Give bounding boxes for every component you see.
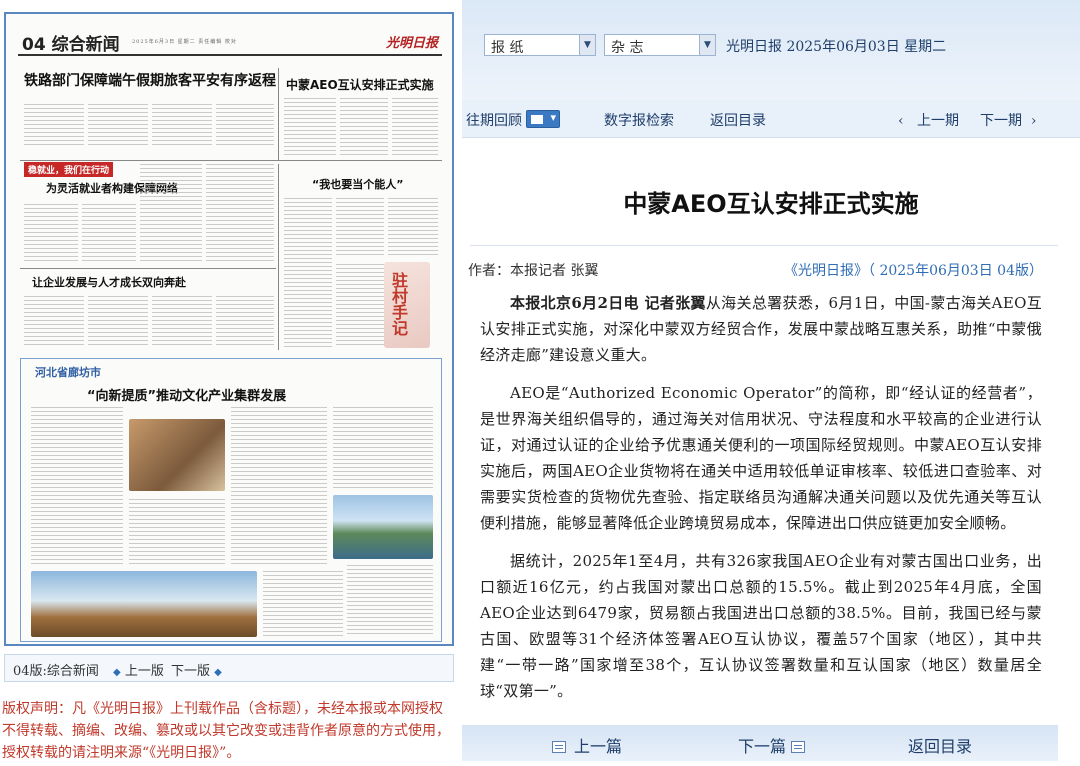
article-text-block bbox=[152, 296, 212, 348]
page-navigation: 04版:综合新闻 ◆ 上一版 下一版 ◆ bbox=[4, 654, 454, 682]
article-text-block bbox=[140, 164, 202, 264]
prev-article-link[interactable]: 上一篇 bbox=[552, 733, 622, 757]
headline-capable-person[interactable]: “我也要当个能人” bbox=[312, 176, 403, 192]
history-link[interactable]: 往期回顾 bbox=[466, 110, 522, 130]
column-divider bbox=[278, 68, 279, 160]
prev-article-text: 上一篇 bbox=[574, 737, 623, 756]
article-text-block bbox=[388, 198, 438, 258]
newspaper-header: 04 综合新闻 2025年6月3日 星期二 责任编辑 校对 光明日报 bbox=[18, 28, 442, 56]
prev-issue-link[interactable]: ‹ 上一期 bbox=[898, 110, 959, 130]
newspaper-panel: 04 综合新闻 2025年6月3日 星期二 责任编辑 校对 光明日报 铁路部门保… bbox=[0, 0, 460, 766]
prev-page-link[interactable]: ◆ 上一版 bbox=[113, 660, 164, 679]
headline-aeo[interactable]: 中蒙AEO互认安排正式实施 bbox=[286, 76, 434, 93]
column-tag: 稳就业，我们在行动 bbox=[24, 162, 114, 177]
article-text-block bbox=[216, 296, 274, 348]
langfang-feature-box[interactable]: 河北省廊坊市 “向新提质”推动文化产业集群发展 bbox=[20, 358, 442, 642]
newspaper-select[interactable]: 报 纸 ▼ bbox=[484, 34, 596, 56]
chevron-right-icon: › bbox=[1030, 113, 1037, 129]
page-meta: 2025年6月3日 星期二 责任编辑 校对 bbox=[132, 39, 237, 45]
bottom-back-to-contents-link[interactable]: 返回目录 bbox=[908, 733, 972, 757]
dateline: 本报北京6月2日电 记者张翼 bbox=[510, 294, 706, 312]
article-paragraph: 本报北京6月2日电 记者张翼从海关总署获悉，6月1日，中国-蒙古海关AEO互认安… bbox=[480, 290, 1042, 368]
article-text-block bbox=[340, 98, 388, 158]
nav-bar: 往期回顾 数字报检索 返回目录 ‹ 上一期 下一期 › bbox=[462, 100, 1080, 138]
article-navigation: 上一篇 下一篇 返回目录 bbox=[462, 725, 1058, 761]
section-divider bbox=[20, 268, 276, 269]
headline-enterprise-talent[interactable]: 让企业发展与人才成长双向奔赴 bbox=[32, 274, 186, 290]
chevron-down-icon: ▼ bbox=[699, 35, 715, 55]
article-source-link[interactable]: 《光明日报》（ 2025年06月03日 04版） bbox=[784, 260, 1043, 280]
article-text-block bbox=[129, 499, 225, 567]
next-issue-link[interactable]: 下一期 › bbox=[980, 110, 1037, 130]
city-aerial-photo bbox=[31, 571, 257, 637]
copyright-notice: 版权声明：凡《光明日报》上刊载作品（含标题），未经本报或本网授权不得转载、摘编、… bbox=[2, 701, 450, 761]
current-page-label: 04版:综合新闻 bbox=[13, 664, 99, 679]
calendar-icon[interactable] bbox=[526, 110, 560, 128]
exhibition-photo bbox=[129, 419, 225, 491]
masthead-logo: 光明日报 bbox=[385, 36, 438, 51]
article-text-block bbox=[392, 98, 438, 158]
article-text-block bbox=[336, 264, 384, 348]
article-author: 作者：本报记者 张翼 bbox=[468, 263, 599, 279]
article-text-block bbox=[152, 104, 212, 148]
chevron-left-icon: ‹ bbox=[898, 113, 904, 129]
article-text-block bbox=[333, 407, 433, 491]
article-text-block bbox=[284, 98, 336, 158]
section-divider bbox=[20, 160, 442, 161]
article-text-block bbox=[82, 204, 136, 264]
article-text-block bbox=[216, 104, 274, 148]
document-icon bbox=[552, 741, 566, 753]
headline-cultural-industry[interactable]: “向新提质”推动文化产业集群发展 bbox=[87, 385, 286, 404]
next-page-link[interactable]: 下一版 ◆ bbox=[171, 660, 222, 679]
back-to-contents-link[interactable]: 返回目录 bbox=[710, 110, 766, 130]
next-article-link[interactable]: 下一篇 bbox=[738, 733, 813, 757]
article-text-block bbox=[347, 565, 433, 637]
chevron-down-icon: ▼ bbox=[579, 35, 595, 55]
article-paragraph: AEO是“Authorized Economic Operator”的简称，即“… bbox=[480, 384, 1042, 532]
article-text-block bbox=[206, 164, 274, 264]
newspaper-page-image[interactable]: 04 综合新闻 2025年6月3日 星期二 责任编辑 校对 光明日报 铁路部门保… bbox=[4, 12, 454, 646]
magazine-select-value: 杂 志 bbox=[611, 40, 644, 56]
issue-date: 光明日报 2025年06月03日 星期二 bbox=[726, 39, 947, 55]
article-text-block bbox=[88, 104, 148, 148]
magazine-select[interactable]: 杂 志 ▼ bbox=[604, 34, 716, 56]
article-text-block bbox=[88, 296, 148, 348]
newspaper-select-value: 报 纸 bbox=[491, 40, 524, 56]
bridge-photo bbox=[333, 495, 433, 559]
article-text-block bbox=[24, 204, 78, 264]
city-label: 河北省廊坊市 bbox=[35, 366, 101, 379]
title-divider bbox=[470, 245, 1058, 246]
article-paragraph: 据统计，2025年1至4月，共有326家我国AEO企业有对蒙古国出口业务，出口额… bbox=[480, 552, 1042, 700]
next-arrow-icon: ◆ bbox=[214, 667, 222, 678]
column-divider bbox=[278, 164, 279, 350]
article-text-block bbox=[24, 104, 84, 148]
search-link[interactable]: 数字报检索 bbox=[604, 110, 674, 130]
village-notes-art: 驻村手记 bbox=[384, 262, 430, 348]
art-badge-text: 驻村手记 bbox=[389, 272, 408, 336]
article-text-block bbox=[24, 296, 84, 348]
next-page-text: 下一版 bbox=[171, 664, 211, 679]
page-label: 04 综合新闻 bbox=[22, 35, 120, 55]
prev-issue-text: 上一期 bbox=[916, 113, 959, 129]
next-article-text: 下一篇 bbox=[738, 737, 787, 756]
document-icon bbox=[791, 741, 806, 753]
prev-page-text: 上一版 bbox=[124, 664, 164, 679]
article-text-block bbox=[336, 198, 384, 258]
article-text-block bbox=[31, 407, 123, 567]
article-title: 中蒙AEO互认安排正式实施 bbox=[623, 190, 919, 218]
headline-railway[interactable]: 铁路部门保障端午假期旅客平安有序返程 bbox=[24, 70, 276, 90]
article-body: 本报北京6月2日电 记者张翼从海关总署获悉，6月1日，中国-蒙古海关AEO互认安… bbox=[480, 290, 1042, 716]
article-text-block bbox=[231, 407, 327, 567]
prev-arrow-icon: ◆ bbox=[113, 667, 121, 678]
article-text-block bbox=[284, 198, 332, 348]
next-issue-text: 下一期 bbox=[980, 113, 1022, 129]
article-text-block bbox=[263, 571, 343, 637]
